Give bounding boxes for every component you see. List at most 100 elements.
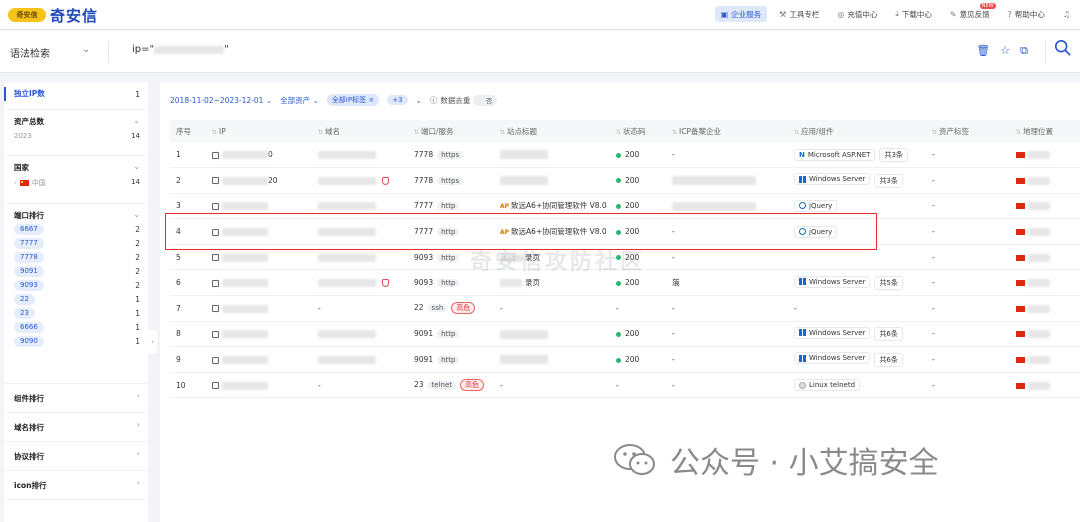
table-row[interactable]: 9 9091 http 200 - Windows Server 共6条 - <box>170 346 1080 373</box>
service-tag[interactable]: http <box>437 356 460 365</box>
port-tag[interactable]: 6667 <box>14 224 44 235</box>
chevron-right-icon[interactable]: › <box>137 391 140 400</box>
port-value[interactable]: 7778 <box>414 176 433 185</box>
trash-icon[interactable]: 🗑 <box>976 44 990 58</box>
component-tag[interactable]: Windows Server <box>794 326 871 339</box>
component-tag[interactable]: jQuery <box>794 225 838 238</box>
ranking-section[interactable]: 协议排行 › <box>4 442 148 471</box>
port-item[interactable]: 7777 2 <box>14 238 140 249</box>
collapse-sidebar-icon[interactable]: ‹ <box>148 330 157 354</box>
help-icon[interactable]: ⓘ <box>430 95 438 106</box>
port-value[interactable]: 7777 <box>414 227 433 236</box>
service-tag[interactable]: ssh <box>427 304 448 313</box>
chevron-down-icon[interactable]: ⌄ <box>133 162 140 171</box>
port-item[interactable]: 9090 1 <box>14 336 140 347</box>
table-row[interactable]: 4 7777 http AP 致远A6+协同管理软件 V8.0 200 - jQuery - <box>170 218 1080 245</box>
port-tag[interactable]: 22 <box>14 294 35 305</box>
brand-logo[interactable]: 奇安信 奇安信 <box>8 6 98 25</box>
component-tag[interactable]: Linux telnetd <box>794 379 861 392</box>
component-tag[interactable]: jQuery <box>794 199 838 212</box>
service-tag[interactable]: http <box>437 330 460 339</box>
date-range-filter[interactable]: 2018-11-02~2023-12-01 ⌄ <box>170 96 272 105</box>
port-value[interactable]: 23 <box>414 380 424 389</box>
ip-icon[interactable] <box>212 151 219 159</box>
topnav-工具专栏[interactable]: ⚒ 工具专栏 <box>773 6 825 22</box>
component-count[interactable]: 共3条 <box>874 173 903 188</box>
search-icon[interactable] <box>1054 39 1072 57</box>
port-item[interactable]: 6666 1 <box>14 322 140 333</box>
column-header[interactable]: ⇅ IP <box>206 120 312 142</box>
component-count[interactable]: 共3条 <box>879 147 908 162</box>
column-header[interactable]: ⇅ 站点标题 <box>494 120 610 142</box>
sort-icon[interactable]: ⇅ <box>318 129 323 136</box>
topnav-充值中心[interactable]: ◎ 充值中心 <box>831 6 883 22</box>
column-header[interactable]: ⇅ 域名 <box>312 120 408 142</box>
ip-icon[interactable] <box>212 279 219 287</box>
sort-icon[interactable]: ⇅ <box>672 129 677 136</box>
dedupe-toggle[interactable]: 否 <box>473 94 498 106</box>
port-value[interactable]: 9091 <box>414 329 433 338</box>
service-tag[interactable]: telnet <box>427 381 457 390</box>
asset-filter[interactable]: 全部资产 ⌄ <box>280 95 319 106</box>
port-tag[interactable]: 6666 <box>14 322 44 333</box>
asset-total-section[interactable]: 资产总数 ⌄ 2023 14 <box>4 110 148 156</box>
site-title[interactable]: 致远A6+协同管理软件 V8.0 <box>511 201 607 210</box>
topnav-bell-icon[interactable]: ♫ <box>1057 6 1076 22</box>
topnav-帮助中心[interactable]: ? 帮助中心 <box>1002 6 1051 22</box>
component-count[interactable]: 共5条 <box>874 276 903 291</box>
close-icon[interactable]: × <box>368 96 374 104</box>
topnav-企业服务[interactable]: ▣ 企业服务 <box>714 6 768 22</box>
port-value[interactable]: 22 <box>414 303 424 312</box>
chevron-down-icon[interactable]: ⌄ <box>416 96 422 105</box>
component-tag[interactable]: Windows Server <box>794 352 871 365</box>
port-value[interactable]: 7778 <box>414 150 433 159</box>
port-value[interactable]: 9093 <box>414 253 433 262</box>
table-row[interactable]: 1 0 7778 https 200- N Microsoft ASP.NET 共3条 - <box>170 142 1080 169</box>
service-tag[interactable]: https <box>437 176 464 185</box>
column-header[interactable]: 序号 <box>170 120 206 142</box>
ip-icon[interactable] <box>212 228 219 236</box>
port-item[interactable]: 23 1 <box>14 308 140 319</box>
table-row[interactable]: 2 20 7778 https 200 Windows Server 共3条 - <box>170 167 1080 194</box>
column-header[interactable]: ⇅ 资产标签 <box>926 120 1010 142</box>
sort-icon[interactable]: ⇅ <box>794 129 799 136</box>
ranking-section[interactable]: 组件排行 › <box>4 384 148 413</box>
ip-icon[interactable] <box>212 177 219 185</box>
port-tag[interactable]: 9090 <box>14 336 44 347</box>
component-count[interactable]: 共6条 <box>874 327 903 342</box>
sort-icon[interactable]: ⇅ <box>1016 129 1021 136</box>
copy-icon[interactable]: ⧉ <box>1020 44 1028 58</box>
chevron-down-icon[interactable]: ⌄ <box>133 210 140 219</box>
port-value[interactable]: 9091 <box>414 355 433 364</box>
port-item[interactable]: 22 1 <box>14 294 140 305</box>
table-row[interactable]: 7-22 ssh 高危 - - - - - <box>170 295 1080 322</box>
service-tag[interactable]: http <box>437 253 460 262</box>
port-tag[interactable]: 7778 <box>14 252 44 263</box>
port-value[interactable]: 9093 <box>414 278 433 287</box>
port-item[interactable]: 9093 2 <box>14 280 140 291</box>
port-tag[interactable]: 7777 <box>14 238 44 249</box>
table-row[interactable]: 10-23 telnet 高危 - - - Linux telnetd - <box>170 372 1080 399</box>
topnav-下载中心[interactable]: ⤓ 下载中心 <box>889 6 938 22</box>
port-value[interactable]: 7777 <box>414 201 433 210</box>
column-header[interactable]: ⇅ ICP备案企业 <box>666 120 788 142</box>
more-tags-chip[interactable]: +3 <box>387 95 408 105</box>
sort-icon[interactable]: ⇅ <box>932 129 937 136</box>
site-title[interactable]: 致远A6+协同管理软件 V8.0 <box>511 227 607 236</box>
column-header[interactable]: ⇅ 应用/组件 <box>788 120 926 142</box>
topnav-意见反馈[interactable]: ✎ 意见反馈 NEW <box>944 3 996 22</box>
ranking-section[interactable]: 域名排行 › <box>4 413 148 442</box>
ranking-section[interactable]: icon排行 › <box>4 471 148 500</box>
column-header[interactable]: ⇅ 地理位置 <box>1010 120 1080 142</box>
component-tag[interactable]: N Microsoft ASP.NET <box>794 148 876 161</box>
country-section[interactable]: 国家 ⌄ › 中国 14 <box>4 156 148 204</box>
star-icon[interactable]: ☆ <box>1000 44 1010 58</box>
ip-icon[interactable] <box>212 305 219 313</box>
component-tag[interactable]: Windows Server <box>794 173 871 186</box>
port-tag[interactable]: 9093 <box>14 280 44 291</box>
sort-icon[interactable]: ⇅ <box>616 129 621 136</box>
service-tag[interactable]: http <box>437 202 460 211</box>
ip-icon[interactable] <box>212 356 219 364</box>
chevron-right-icon[interactable]: › <box>137 420 140 429</box>
sort-icon[interactable]: ⇅ <box>212 129 217 136</box>
